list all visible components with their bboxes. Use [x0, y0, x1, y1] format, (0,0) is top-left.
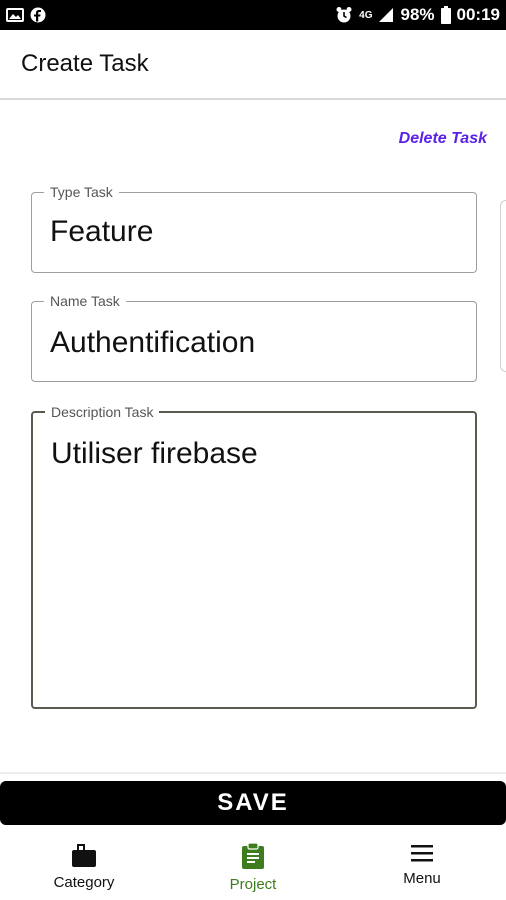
save-button[interactable]: SAVE: [0, 781, 506, 825]
side-panel-edge: [500, 200, 506, 372]
save-button-label: SAVE: [217, 789, 289, 816]
description-task-value[interactable]: Utiliser firebase: [51, 437, 258, 471]
save-divider: [0, 772, 506, 774]
type-task-field[interactable]: Type Task Feature: [31, 184, 477, 273]
image-icon: [6, 7, 24, 23]
clipboard-icon: [241, 842, 265, 870]
description-task-field[interactable]: Description Task Utiliser firebase: [31, 404, 477, 709]
name-task-value[interactable]: Authentification: [50, 326, 255, 360]
status-bar: 4G 98% 00:19: [0, 0, 506, 30]
delete-task-link[interactable]: Delete Task: [399, 130, 487, 148]
nav-label-menu: Menu: [403, 870, 441, 887]
nav-item-menu[interactable]: Menu: [338, 830, 506, 900]
bottom-navigation: Category Project Menu: [0, 830, 506, 900]
app-bar: Create Task: [0, 30, 506, 100]
category-icon: [70, 842, 98, 868]
facebook-icon: [30, 7, 46, 23]
battery-icon: [440, 6, 451, 24]
menu-icon: [409, 842, 435, 864]
alarm-icon: [335, 6, 353, 24]
type-task-label: Type Task: [44, 184, 119, 200]
page-title: Create Task: [21, 50, 149, 77]
clock: 00:19: [456, 5, 500, 24]
type-task-value[interactable]: Feature: [50, 215, 153, 249]
nav-label-category: Category: [53, 874, 115, 891]
network-4g-icon: 4G: [359, 9, 373, 21]
status-left: [6, 7, 46, 23]
signal-icon: [378, 7, 394, 23]
name-task-field[interactable]: Name Task Authentification: [31, 293, 477, 382]
description-task-label: Description Task: [45, 404, 160, 420]
status-right: 4G 98% 00:19: [335, 5, 500, 25]
battery-percent: 98%: [400, 5, 435, 24]
name-task-label: Name Task: [44, 293, 126, 309]
nav-item-project[interactable]: Project: [169, 830, 337, 900]
nav-item-category[interactable]: Category: [0, 830, 168, 900]
nav-label-project: Project: [229, 876, 277, 893]
